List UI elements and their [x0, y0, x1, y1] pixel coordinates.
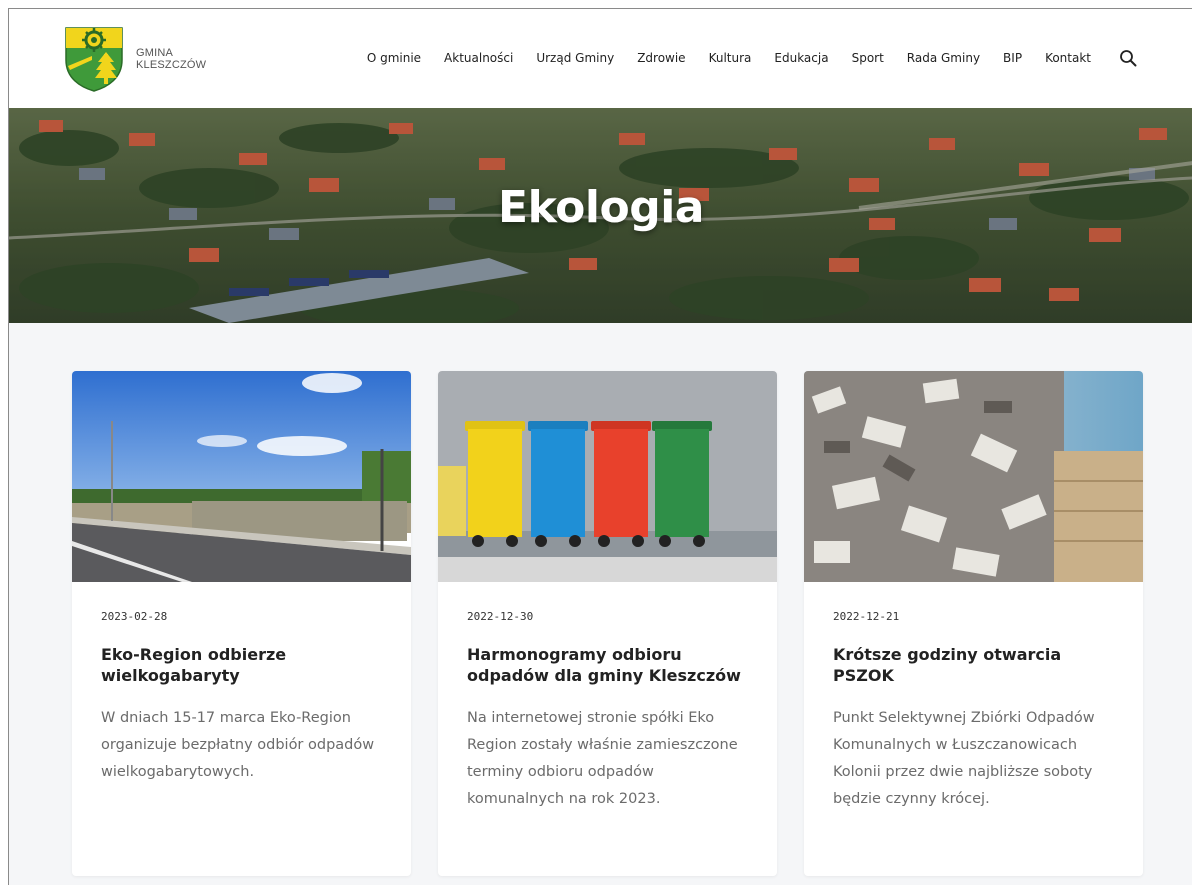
search-icon: [1120, 50, 1137, 67]
nav-item-urzad-gminy[interactable]: Urząd Gminy: [536, 51, 614, 65]
nav-item-aktualnosci[interactable]: Aktualności: [444, 51, 513, 65]
nav-item-sport[interactable]: Sport: [852, 51, 884, 65]
nav-item-kultura[interactable]: Kultura: [709, 51, 752, 65]
hero-banner: Ekologia: [9, 108, 1192, 323]
nav-item-edukacja[interactable]: Edukacja: [774, 51, 828, 65]
road-and-fence-image: [72, 371, 411, 582]
site-header: GMINA KLESZCZÓW O gminie Aktualności Urz…: [9, 9, 1192, 108]
article-date: 2022-12-30: [467, 610, 534, 623]
logo-text-line2: KLESZCZÓW: [136, 59, 207, 71]
article-title[interactable]: Krótsze godziny otwarcia PSZOK: [833, 644, 1115, 686]
logo-text-line1: GMINA: [136, 47, 174, 59]
main-nav: O gminie Aktualności Urząd Gminy Zdrowie…: [367, 49, 1137, 67]
article-date: 2022-12-21: [833, 610, 900, 623]
coat-of-arms-icon: [65, 27, 123, 92]
article-date: 2023-02-28: [101, 610, 168, 623]
waste-paper-bales-image: [804, 371, 1143, 582]
article-card[interactable]: 2022-12-21 Krótsze godziny otwarcia PSZO…: [804, 371, 1143, 876]
article-title[interactable]: Eko-Region odbierze wielkogabaryty: [101, 644, 383, 686]
page-title: Ekologia: [498, 182, 704, 233]
nav-item-bip[interactable]: BIP: [1003, 51, 1022, 65]
site-logo[interactable]: GMINA KLESZCZÓW: [64, 26, 206, 92]
browser-frame: GMINA KLESZCZÓW O gminie Aktualności Urz…: [8, 8, 1192, 885]
article-image[interactable]: [804, 371, 1143, 582]
search-button[interactable]: [1119, 49, 1137, 67]
article-excerpt: Punkt Selektywnej Zbiórki Odpadów Komuna…: [833, 710, 1095, 807]
article-title[interactable]: Harmonogramy odbioru odpadów dla gminy K…: [467, 644, 749, 686]
article-excerpt: Na internetowej stronie spółki Eko Regio…: [467, 710, 738, 807]
nav-item-rada-gminy[interactable]: Rada Gminy: [907, 51, 980, 65]
nav-item-kontakt[interactable]: Kontakt: [1045, 51, 1091, 65]
recycling-bins-image: [438, 371, 777, 582]
article-image[interactable]: [438, 371, 777, 582]
article-list: 2023-02-28 Eko-Region odbierze wielkogab…: [72, 371, 1143, 885]
article-card[interactable]: 2022-12-30 Harmonogramy odbioru odpadów …: [438, 371, 777, 876]
article-card[interactable]: 2023-02-28 Eko-Region odbierze wielkogab…: [72, 371, 411, 876]
article-image[interactable]: [72, 371, 411, 582]
nav-item-zdrowie[interactable]: Zdrowie: [637, 51, 685, 65]
nav-item-o-gminie[interactable]: O gminie: [367, 51, 421, 65]
article-excerpt: W dniach 15-17 marca Eko-Region organizu…: [101, 710, 375, 780]
